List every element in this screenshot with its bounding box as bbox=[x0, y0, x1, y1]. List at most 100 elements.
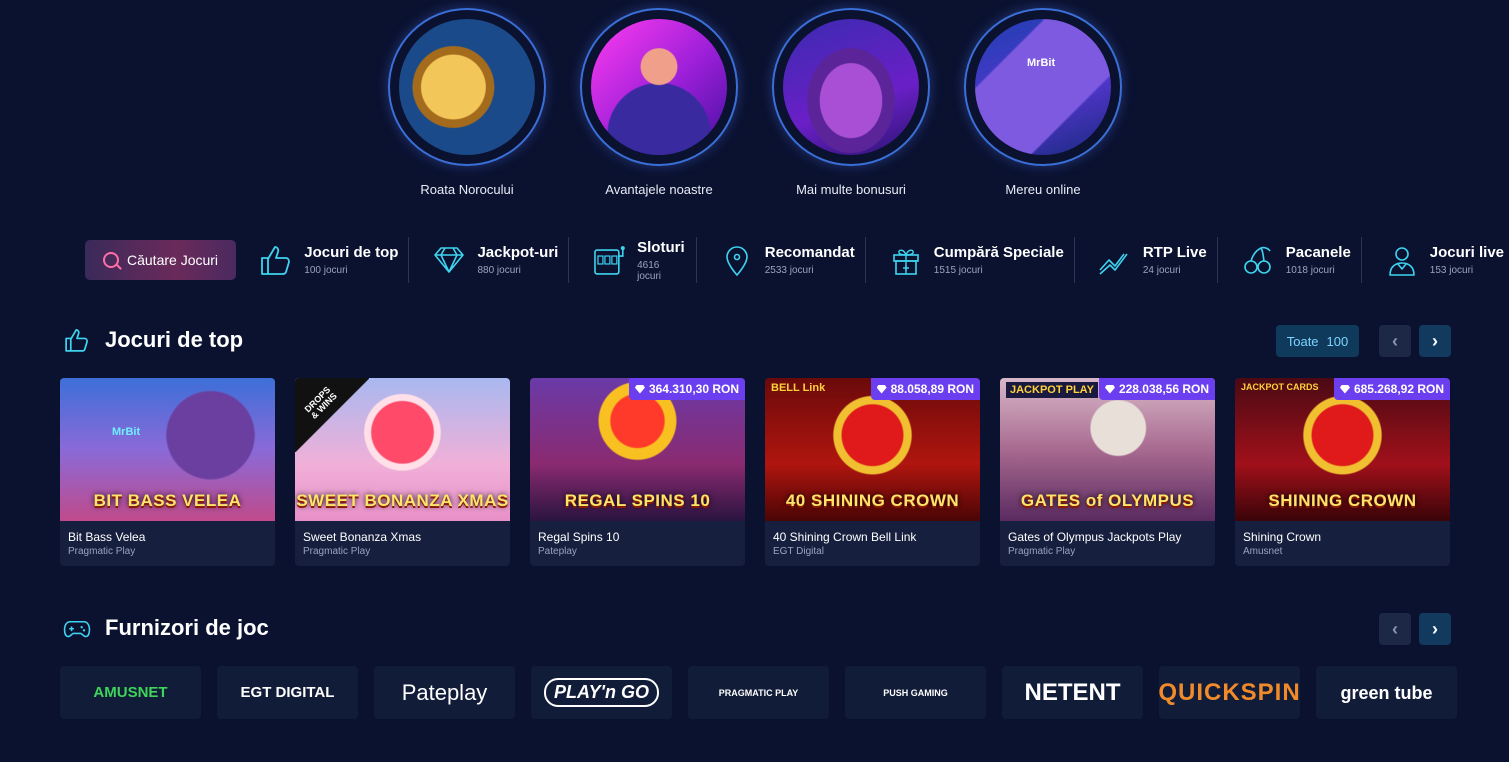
providers-next-button[interactable]: › bbox=[1419, 613, 1451, 645]
game-card[interactable]: 228.038,56 RON JACKPOT PLAY GATES of OLY… bbox=[1000, 378, 1215, 566]
provider-amusnet[interactable]: AMUSNET bbox=[60, 666, 201, 719]
search-games-button[interactable]: Căutare Jocuri bbox=[85, 240, 237, 280]
game-card[interactable]: 364.310,30 RON REGAL SPINS 10 Regal Spin… bbox=[530, 378, 745, 566]
provider-logo: PLAY'n GO bbox=[544, 678, 659, 707]
view-all-button[interactable]: Toate 100 bbox=[1276, 325, 1359, 357]
category-recommended[interactable]: Recomandat 2533 jocuri bbox=[697, 237, 866, 283]
provider-playngo[interactable]: PLAY'n GO bbox=[531, 666, 672, 719]
promo-ring bbox=[580, 8, 738, 166]
diamond-icon bbox=[434, 247, 465, 273]
game-provider: Pateplay bbox=[538, 546, 577, 557]
category-count: 880 jocuri bbox=[477, 265, 521, 276]
game-card[interactable]: 685.268,92 RON JACKPOT CARDS SHINING CRO… bbox=[1235, 378, 1450, 566]
games-carousel: MrBit BIT BASS VELEA Bit Bass Velea Prag… bbox=[60, 378, 1450, 566]
phone-brand: MrBit bbox=[1027, 57, 1056, 69]
promo-ring bbox=[772, 8, 930, 166]
drops-wins-badge: DROPS & WINS bbox=[295, 378, 369, 452]
view-all-label: Toate bbox=[1286, 333, 1319, 349]
category-live-games[interactable]: Jocuri live 153 jocuri bbox=[1362, 237, 1509, 283]
provider-logo: green tube bbox=[1340, 682, 1433, 703]
provider-quickspin[interactable]: QUICKSPIN bbox=[1158, 666, 1300, 719]
games-next-button[interactable]: › bbox=[1419, 325, 1451, 357]
game-card[interactable]: 88.058,89 RON BELL Link 40 SHINING CROWN… bbox=[765, 378, 980, 566]
provider-netent[interactable]: NETENT bbox=[1002, 666, 1143, 719]
category-title: Sloturi bbox=[637, 238, 685, 256]
promo-wheel[interactable]: Roata Norocului bbox=[388, 8, 546, 197]
category-title: Jackpot-uri bbox=[477, 244, 559, 261]
promo-row: Roata Norocului Avantajele noastre Mai m… bbox=[388, 8, 1122, 197]
jackpot-badge: 685.268,92 RON bbox=[1333, 378, 1450, 400]
search-label: Căutare Jocuri bbox=[127, 252, 219, 268]
jackpot-amount: 228.038,56 RON bbox=[1118, 382, 1209, 396]
provider-logo: AMUSNET bbox=[93, 684, 168, 701]
game-card[interactable]: DROPS & WINS SWEET BONANZA XMAS Sweet Bo… bbox=[295, 378, 510, 566]
category-title: Jocuri de top bbox=[304, 244, 399, 261]
section-title: Furnizori de joc bbox=[105, 615, 269, 640]
provider-logo: PRAGMATIC PLAY bbox=[718, 687, 799, 698]
game-provider: Pragmatic Play bbox=[68, 546, 136, 557]
category-title: Cumpără Speciale bbox=[933, 244, 1064, 261]
category-count: 153 jocuri bbox=[1429, 265, 1474, 276]
game-art-title: SWEET BONANZA XMAS bbox=[296, 491, 509, 510]
slot-machine-icon bbox=[594, 246, 626, 275]
category-count: 1018 jocuri bbox=[1285, 265, 1335, 276]
games-prev-button[interactable]: ‹ bbox=[1379, 325, 1411, 357]
jackpot-badge: 364.310,30 RON bbox=[628, 378, 745, 400]
category-jackpots[interactable]: Jackpot-uri 880 jocuri bbox=[409, 237, 570, 283]
thumbs-up-icon bbox=[65, 329, 88, 352]
category-count: 100 jocuri bbox=[304, 265, 348, 276]
game-art-title: BIT BASS VELEA bbox=[93, 491, 242, 510]
jackpot-amount: 364.310,30 RON bbox=[648, 382, 739, 396]
game-card[interactable]: MrBit BIT BASS VELEA Bit Bass Velea Prag… bbox=[60, 378, 275, 566]
game-thumbnail: MrBit BIT BASS VELEA bbox=[60, 378, 275, 521]
category-buy-specials[interactable]: Cumpără Speciale 1515 jocuri bbox=[866, 237, 1075, 283]
category-rtp-live[interactable]: RTP Live 24 jocuri bbox=[1075, 237, 1218, 283]
jackpot-amount: 88.058,89 RON bbox=[890, 382, 974, 396]
chevron-right-icon: › bbox=[1432, 619, 1438, 639]
category-bar: Căutare Jocuri Jocuri de top 100 jocuri J… bbox=[85, 237, 1509, 283]
provider-egt-digital[interactable]: EGT DIGITAL bbox=[217, 666, 358, 719]
promo-online[interactable]: MrBit Mereu online bbox=[964, 8, 1122, 197]
thumbs-up-icon bbox=[261, 246, 291, 275]
game-name: Bit Bass Velea bbox=[68, 530, 146, 544]
chevron-right-icon: › bbox=[1432, 331, 1438, 351]
provider-greentube[interactable]: green tube bbox=[1316, 666, 1457, 719]
game-name: Shining Crown bbox=[1243, 530, 1322, 544]
view-all-count: 100 bbox=[1326, 333, 1349, 349]
game-name: 40 Shining Crown Bell Link bbox=[773, 530, 917, 544]
game-art-title: 40 SHINING CROWN bbox=[785, 491, 960, 510]
game-provider: Amusnet bbox=[1243, 546, 1283, 557]
promo-bonuses[interactable]: Mai multe bonusuri bbox=[772, 8, 930, 197]
providers-header: Furnizori de joc bbox=[63, 614, 269, 642]
provider-logo: NETENT bbox=[1024, 678, 1121, 706]
promo-ring: MrBit bbox=[964, 8, 1122, 166]
section-title: Jocuri de top bbox=[105, 327, 244, 352]
chevron-left-icon: ‹ bbox=[1392, 619, 1398, 639]
providers-prev-button[interactable]: ‹ bbox=[1379, 613, 1411, 645]
diamond-icon bbox=[1104, 384, 1115, 394]
phone-icon: MrBit bbox=[975, 19, 1111, 155]
game-name: Regal Spins 10 bbox=[538, 530, 620, 544]
promo-label: Avantajele noastre bbox=[605, 182, 713, 197]
game-logo: JACKPOT CARDS bbox=[1241, 382, 1319, 392]
category-top-games[interactable]: Jocuri de top 100 jocuri bbox=[236, 237, 410, 283]
trend-icon bbox=[1099, 253, 1128, 275]
category-pacanele[interactable]: Pacanele 1018 jocuri bbox=[1218, 237, 1362, 283]
provider-pateplay[interactable]: Pateplay bbox=[374, 666, 515, 719]
promo-label: Mereu online bbox=[1005, 182, 1081, 197]
person-icon bbox=[591, 19, 727, 155]
game-name: Sweet Bonanza Xmas bbox=[303, 530, 422, 544]
promo-advantages[interactable]: Avantajele noastre bbox=[580, 8, 738, 197]
search-icon bbox=[103, 252, 119, 268]
chevron-left-icon: ‹ bbox=[1392, 331, 1398, 351]
category-title: Recomandat bbox=[764, 244, 855, 261]
promo-label: Mai multe bonusuri bbox=[796, 182, 906, 197]
category-slots[interactable]: Sloturi 4616 jocuri bbox=[569, 237, 697, 283]
jackpot-amount: 685.268,92 RON bbox=[1353, 382, 1444, 396]
provider-logo: PUSH GAMING bbox=[883, 687, 948, 698]
provider-push-gaming[interactable]: PUSH GAMING bbox=[845, 666, 986, 719]
game-art-title: GATES of OLYMPUS bbox=[1020, 491, 1195, 510]
provider-pragmatic-play[interactable]: PRAGMATIC PLAY bbox=[688, 666, 829, 719]
diamond-icon bbox=[1339, 384, 1350, 394]
game-art-title: REGAL SPINS 10 bbox=[564, 491, 711, 510]
